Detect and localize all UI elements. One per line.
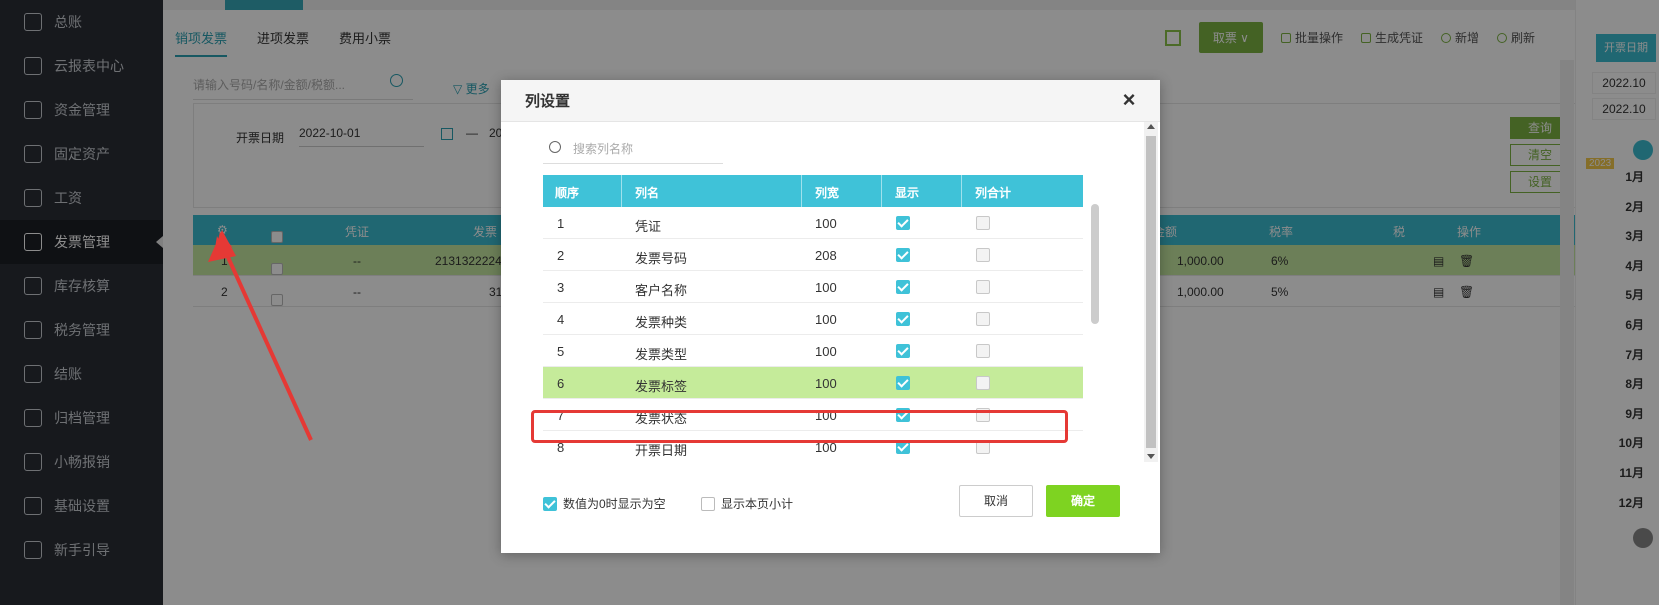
row-name: 凭证 [635,219,662,234]
zero-as-blank-label: 数值为0时显示为空 [563,497,666,511]
close-icon[interactable]: × [1118,89,1140,111]
row-seq: 3 [557,280,565,295]
zero-as-blank-checkbox[interactable] [543,496,557,511]
column-row[interactable]: 3 客户名称 100 [543,271,1083,303]
sum-checkbox[interactable] [976,216,990,230]
sum-checkbox[interactable] [976,376,990,390]
row-width[interactable]: 100 [815,376,837,391]
sum-checkbox[interactable] [976,280,990,294]
confirm-button[interactable]: 确定 [1046,485,1120,517]
row-width[interactable]: 100 [815,280,837,295]
dialog-footer: 数值为0时显示为空 显示本页小计 取消 确定 [501,485,1160,525]
column-search-input[interactable]: 搜索列名称 [543,140,723,164]
row-name: 发票类型 [635,347,688,362]
column-row[interactable]: 1 凭证 100 [543,207,1083,239]
zero-as-blank-option[interactable]: 数值为0时显示为空 [543,495,666,512]
search-icon [549,141,561,153]
row-seq: 2 [557,248,565,263]
show-checkbox[interactable] [896,312,910,326]
row-seq: 4 [557,312,565,327]
row-seq: 1 [557,216,565,231]
header-width: 列宽 [815,186,840,200]
annotation-highlight-box [531,410,1068,443]
dialog-scrollbar[interactable] [1144,122,1158,462]
column-settings-dialog: 列设置 × 搜索列名称 顺序 列名 列宽 显示 列合计 1 凭证 100 2 发… [501,80,1160,553]
header-seq: 顺序 [555,186,580,200]
row-width[interactable]: 100 [815,312,837,327]
show-checkbox[interactable] [896,376,910,390]
row-name: 客户名称 [635,283,688,298]
sum-checkbox[interactable] [976,344,990,358]
page-subtotal-option[interactable]: 显示本页小计 [701,495,793,512]
row-seq: 5 [557,344,565,359]
header-name: 列名 [635,186,660,200]
column-row[interactable]: 2 发票号码 208 [543,239,1083,271]
sum-checkbox[interactable] [976,312,990,326]
scroll-down-arrow-icon[interactable] [1147,454,1155,459]
row-width[interactable]: 208 [815,248,837,263]
dialog-header: 列设置 × [501,80,1160,122]
dialog-title: 列设置 [525,93,571,110]
row-seq: 6 [557,376,565,391]
show-checkbox[interactable] [896,280,910,294]
row-name: 发票标签 [635,379,688,394]
show-checkbox[interactable] [896,344,910,358]
row-name: 发票种类 [635,315,688,330]
column-row[interactable]: 4 发票种类 100 [543,303,1083,335]
scroll-up-arrow-icon[interactable] [1147,124,1155,129]
column-row-selected[interactable]: 6 发票标签 100 [543,367,1083,399]
page-subtotal-label: 显示本页小计 [721,497,794,511]
cancel-button[interactable]: 取消 [959,485,1033,517]
show-checkbox[interactable] [896,216,910,230]
row-width[interactable]: 100 [815,344,837,359]
header-sum: 列合计 [975,186,1012,200]
row-width[interactable]: 100 [815,216,837,231]
column-row[interactable]: 5 发票类型 100 [543,335,1083,367]
column-search-placeholder: 搜索列名称 [573,142,634,156]
show-checkbox[interactable] [896,248,910,262]
table-scrollbar[interactable] [1091,204,1099,324]
header-show: 显示 [895,186,920,200]
dialog-body: 搜索列名称 顺序 列名 列宽 显示 列合计 1 凭证 100 2 发票号码 20… [501,122,1160,462]
sum-checkbox[interactable] [976,248,990,262]
column-table-header: 顺序 列名 列宽 显示 列合计 [543,175,1083,207]
scroll-thumb[interactable] [1146,136,1156,448]
page-subtotal-checkbox[interactable] [701,496,715,511]
row-name: 发票号码 [635,251,688,266]
